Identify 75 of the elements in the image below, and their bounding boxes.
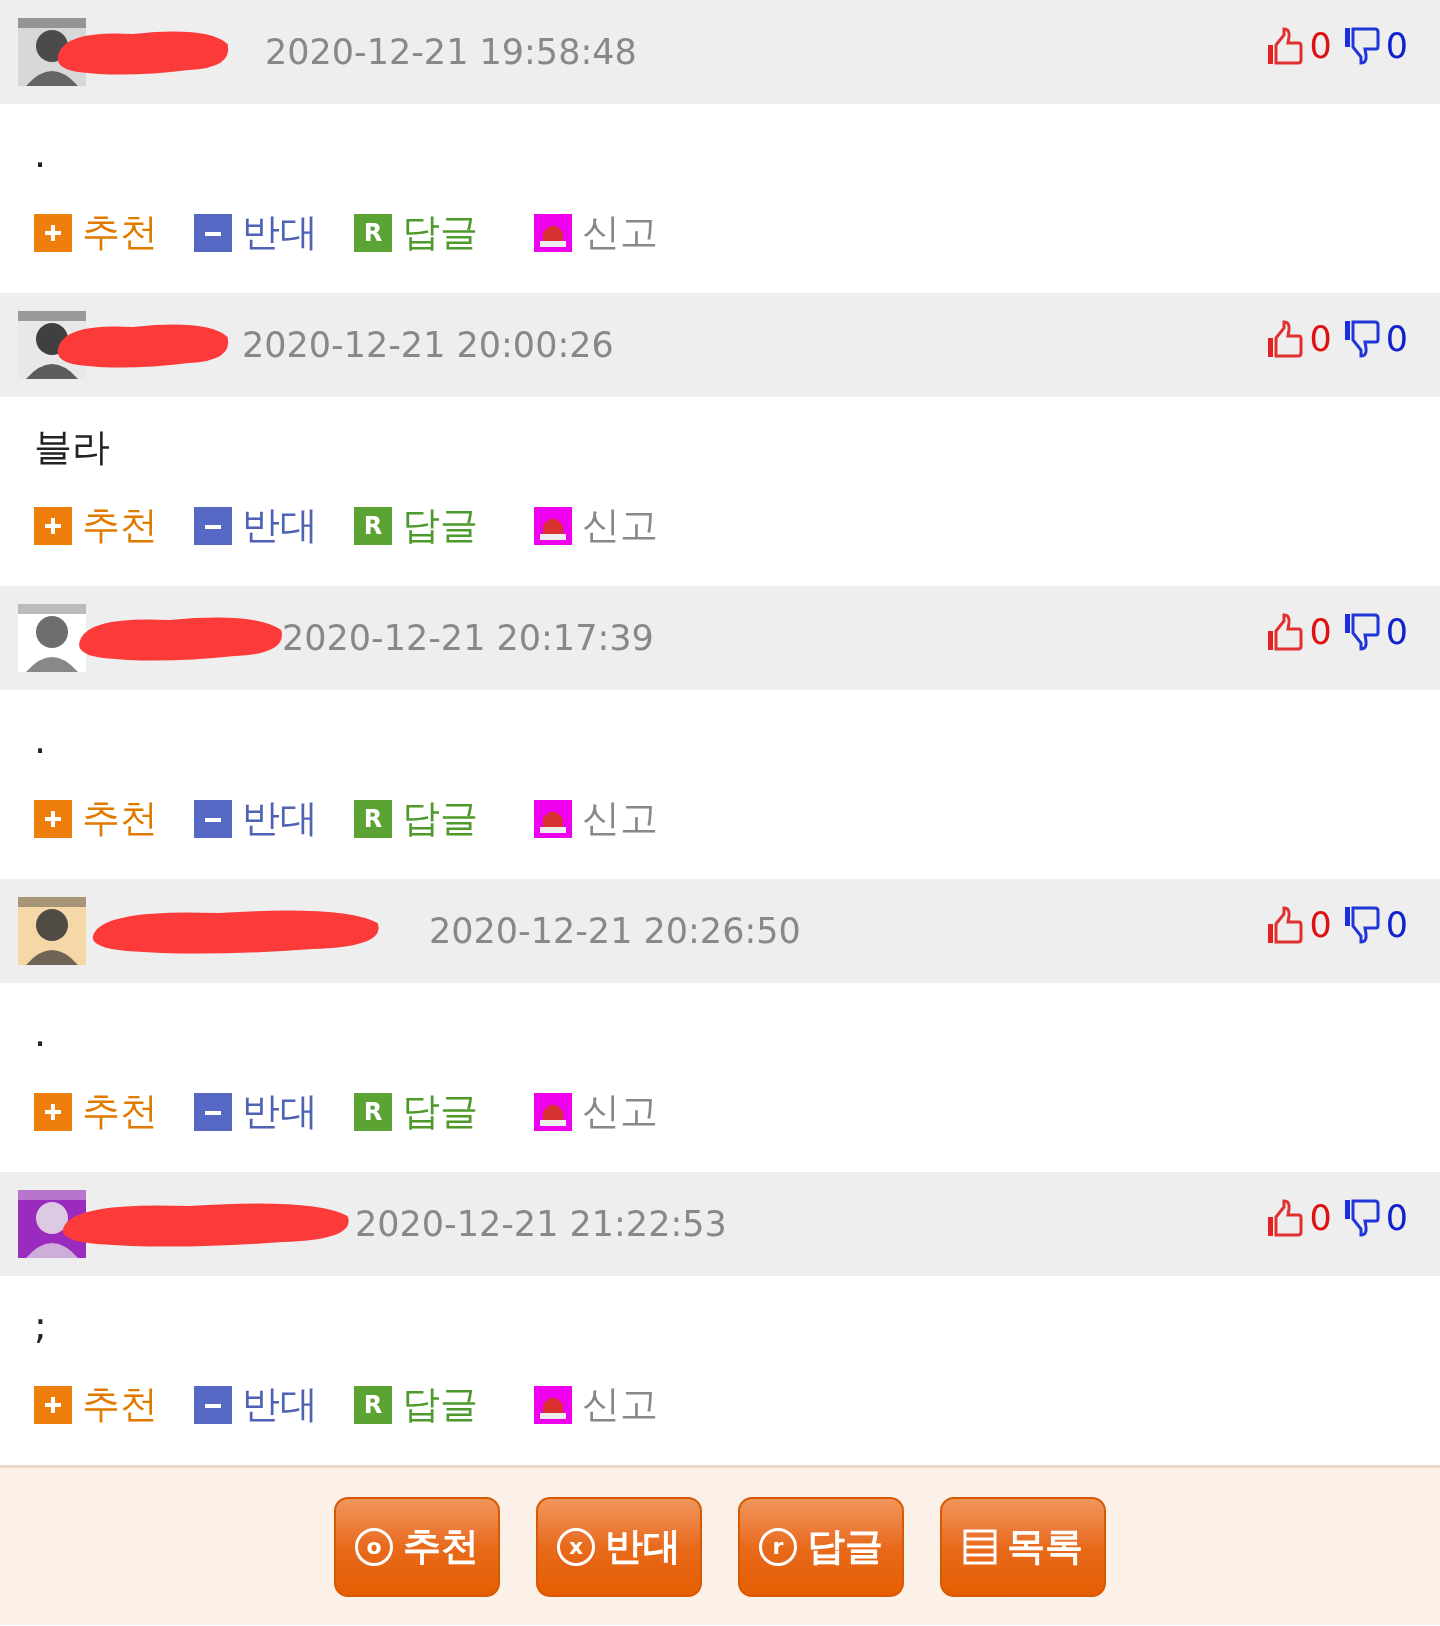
reply-badge: R xyxy=(354,1385,392,1424)
report-link[interactable]: 신고 xyxy=(534,497,674,554)
list-icon xyxy=(963,1528,997,1565)
dislike-count: 0 xyxy=(1385,904,1408,947)
dislike-count: 0 xyxy=(1385,1197,1408,1240)
comment-text: 블라 xyxy=(34,423,110,471)
footer-button[interactable]: 목록 xyxy=(940,1496,1106,1597)
minus-icon xyxy=(194,1092,232,1131)
recommend-link[interactable]: 추천 xyxy=(34,204,194,261)
dislike-count: 0 xyxy=(1385,25,1408,68)
comment-timestamp: 2020-12-21 20:00:26 xyxy=(242,323,614,367)
comment-text: ; xyxy=(34,1302,47,1350)
thumbs-down-icon xyxy=(1343,613,1380,652)
oppose-link[interactable]: 반대 xyxy=(194,204,354,261)
comment-timestamp: 2020-12-21 21:22:53 xyxy=(355,1202,727,1246)
siren-icon xyxy=(534,506,572,545)
report-link[interactable]: 신고 xyxy=(534,1083,674,1140)
plus-icon xyxy=(34,1385,72,1424)
footer-button[interactable]: o 추천 xyxy=(334,1496,500,1597)
report-link[interactable]: 신고 xyxy=(534,204,674,261)
oppose-link[interactable]: 반대 xyxy=(194,1376,354,1433)
reply-link[interactable]: R 답글 xyxy=(354,497,534,554)
siren-icon xyxy=(534,1385,572,1424)
comment-timestamp: 2020-12-21 19:58:48 xyxy=(265,30,637,74)
dislike-count: 0 xyxy=(1385,318,1408,361)
minus-icon xyxy=(194,506,232,545)
recommend-link[interactable]: 추천 xyxy=(34,497,194,554)
reply-link[interactable]: R 답글 xyxy=(354,1083,534,1140)
thumbs-up-icon xyxy=(1267,613,1304,652)
plus-icon xyxy=(34,1092,72,1131)
thumbs-down-icon xyxy=(1343,320,1380,359)
thumbs-down-icon xyxy=(1343,1199,1380,1238)
siren-icon xyxy=(534,1092,572,1131)
oppose-link[interactable]: 반대 xyxy=(194,497,354,554)
thumbs-up-icon xyxy=(1267,320,1304,359)
like-count: 0 xyxy=(1309,611,1332,654)
thumbs-down-icon xyxy=(1343,27,1380,66)
recommend-link[interactable]: 추천 xyxy=(34,790,194,847)
report-link[interactable]: 신고 xyxy=(534,1376,674,1433)
comment-timestamp: 2020-12-21 20:17:39 xyxy=(282,616,654,660)
reply-badge: R xyxy=(354,799,392,838)
minus-icon xyxy=(194,213,232,252)
recommend-link[interactable]: 추천 xyxy=(34,1376,194,1433)
like-count: 0 xyxy=(1309,904,1332,947)
comment-text: . xyxy=(34,130,47,178)
oppose-link[interactable]: 반대 xyxy=(194,790,354,847)
oppose-link[interactable]: 반대 xyxy=(194,1083,354,1140)
comment-timestamp: 2020-12-21 20:26:50 xyxy=(429,909,801,953)
comment-text: . xyxy=(34,1009,47,1057)
like-count: 0 xyxy=(1309,25,1332,68)
like-count: 0 xyxy=(1309,1197,1332,1240)
reply-link[interactable]: R 답글 xyxy=(354,1376,534,1433)
reply-link[interactable]: R 답글 xyxy=(354,204,534,261)
minus-icon xyxy=(194,1385,232,1424)
plus-icon xyxy=(34,213,72,252)
like-count: 0 xyxy=(1309,318,1332,361)
footer-button[interactable]: r 답글 xyxy=(738,1496,904,1597)
comment-text: . xyxy=(34,716,47,764)
siren-icon xyxy=(534,799,572,838)
plus-icon xyxy=(34,799,72,838)
dislike-count: 0 xyxy=(1385,611,1408,654)
thumbs-down-icon xyxy=(1343,906,1380,945)
minus-icon xyxy=(194,799,232,838)
reply-badge: R xyxy=(354,506,392,545)
thumbs-up-icon xyxy=(1267,1199,1304,1238)
siren-icon xyxy=(534,213,572,252)
reply-badge: R xyxy=(354,213,392,252)
recommend-link[interactable]: 추천 xyxy=(34,1083,194,1140)
footer-button[interactable]: x 반대 xyxy=(536,1496,702,1597)
report-link[interactable]: 신고 xyxy=(534,790,674,847)
reply-link[interactable]: R 답글 xyxy=(354,790,534,847)
plus-icon xyxy=(34,506,72,545)
thumbs-up-icon xyxy=(1267,27,1304,66)
reply-badge: R xyxy=(354,1092,392,1131)
thumbs-up-icon xyxy=(1267,906,1304,945)
